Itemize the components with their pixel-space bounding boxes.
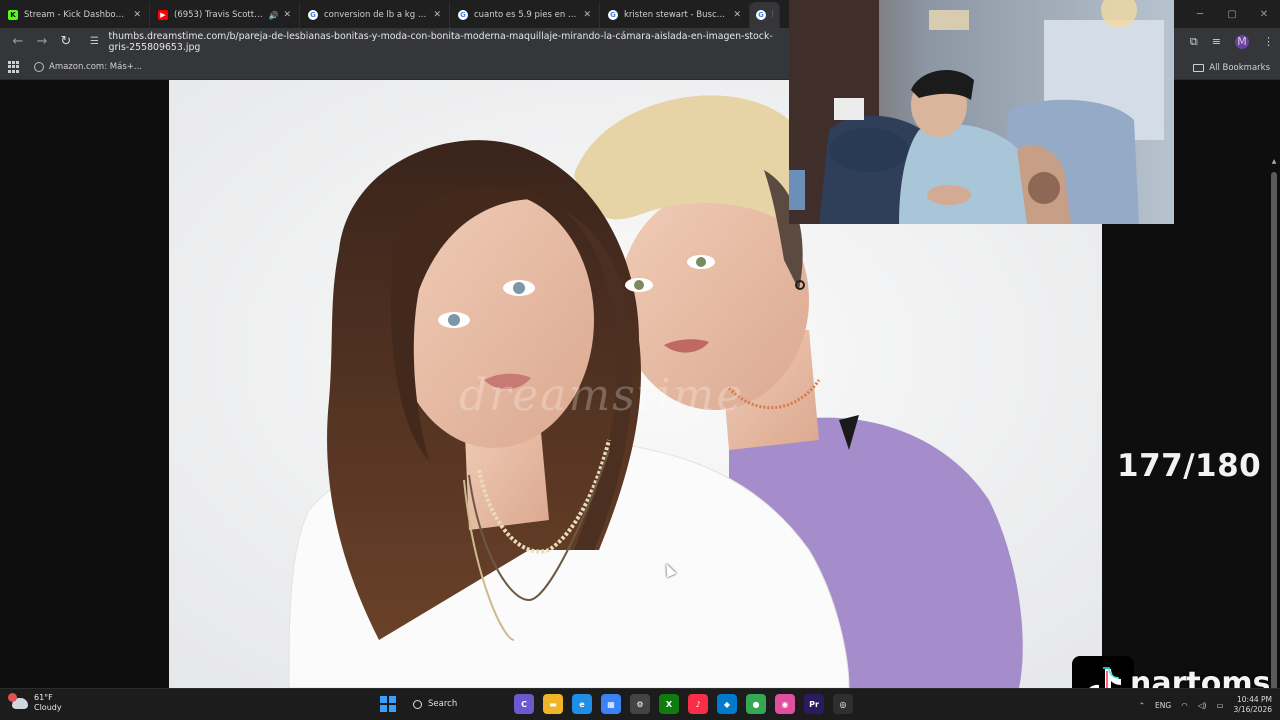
close-tab-icon[interactable]: ✕ <box>583 10 591 20</box>
close-tab-icon[interactable]: ✕ <box>433 10 441 20</box>
photos-icon[interactable]: ◉ <box>775 694 795 714</box>
kick-icon: K <box>8 10 18 20</box>
bookmark-label: Amazon.com: Más+... <box>49 62 142 72</box>
window-controls: ─ ▢ ✕ <box>1184 0 1280 28</box>
webcam-overlay <box>789 0 1174 224</box>
tab-title: (6953) Travis Scott - SICK <box>174 10 264 20</box>
bookmark-amazon[interactable]: Amazon.com: Más+... <box>34 62 142 72</box>
tab-title: conversion de lb a kg - Busca <box>324 10 428 20</box>
weather-widget[interactable]: 61°F Cloudy <box>8 692 62 713</box>
close-tab-icon[interactable]: ✕ <box>283 10 291 20</box>
store-icon[interactable]: ▦ <box>601 694 621 714</box>
taskbar-search[interactable]: Search <box>405 693 505 715</box>
chrome-icon[interactable]: ● <box>746 694 766 714</box>
browser-tab[interactable]: Gkristen stewart - Buscar con G ✕ <box>600 2 750 28</box>
close-tab-icon[interactable]: ✕ <box>733 10 741 20</box>
system-tray: ⌃ ENG ◠ ◁) ▭ 10:44 PM 3/16/2026 <box>1139 695 1272 715</box>
google-icon: G <box>608 10 618 20</box>
file-explorer-icon[interactable]: ▬ <box>543 694 563 714</box>
tab-title: kristen stewart - Buscar con G <box>624 10 728 20</box>
cloudy-icon <box>8 692 28 709</box>
search-label: Search <box>428 699 458 709</box>
speaker-icon[interactable]: 🔊 <box>268 11 278 20</box>
windows-taskbar: 61°F Cloudy Search C ▬ e ▦ ⚙ X ♪ ◆ ● ◉ Pr ◎ ⌃ ENG ◠… <box>0 688 1280 720</box>
youtube-icon: ▶ <box>158 10 168 20</box>
toolbar-right: ⧉ ≡ M ⋮ <box>1190 28 1274 55</box>
clock-time: 10:44 PM <box>1237 695 1272 704</box>
clock-date: 3/16/2026 <box>1233 705 1272 714</box>
premiere-icon[interactable]: Pr <box>804 694 824 714</box>
xbox-icon[interactable]: X <box>659 694 679 714</box>
search-icon <box>413 699 422 709</box>
address-bar[interactable]: ☰ thumbs.dreamstime.com/b/pareja-de-lesb… <box>84 31 784 53</box>
browser-tab[interactable]: ▶ (6953) Travis Scott - SICK 🔊 ✕ <box>150 2 300 28</box>
back-arrow-icon[interactable]: ← <box>6 31 30 53</box>
battery-icon[interactable]: ▭ <box>1216 701 1223 710</box>
copilot-icon[interactable]: C <box>514 694 534 714</box>
tab-title: le <box>772 10 773 20</box>
folder-icon <box>1193 63 1205 72</box>
google-icon: G <box>756 10 766 20</box>
weather-desc: Cloudy <box>34 703 62 712</box>
weather-temp: 61°F <box>34 693 53 702</box>
vscode-icon[interactable]: ◆ <box>717 694 737 714</box>
apps-grid-icon[interactable] <box>8 61 20 73</box>
language-indicator[interactable]: ENG <box>1155 701 1171 710</box>
google-icon: G <box>308 10 318 20</box>
wifi-icon[interactable]: ◠ <box>1181 701 1188 710</box>
browser-tab[interactable]: Gconversion de lb a kg - Busca ✕ <box>300 2 450 28</box>
tray-chevron-icon[interactable]: ⌃ <box>1139 701 1145 710</box>
site-info-icon[interactable]: ☰ <box>90 36 103 47</box>
forward-arrow-icon[interactable]: → <box>30 31 54 53</box>
scroll-up-icon[interactable]: ▲ <box>1270 158 1278 165</box>
taskbar-apps: Search C ▬ e ▦ ⚙ X ♪ ◆ ● ◉ Pr ◎ <box>380 693 853 715</box>
browser-tab[interactable]: Gcuanto es 5.9 pies en estatura ✕ <box>450 2 600 28</box>
media-controls-icon[interactable]: ≡ <box>1212 35 1221 48</box>
minimize-icon[interactable]: ─ <box>1184 9 1216 20</box>
settings-icon[interactable]: ⚙ <box>630 694 650 714</box>
tab-title: Stream - Kick Dashboard <box>24 10 129 20</box>
tab-title: cuanto es 5.9 pies en estatura <box>474 10 578 20</box>
scrollbar-thumb[interactable] <box>1271 172 1277 720</box>
globe-icon <box>34 62 44 72</box>
address-url: thumbs.dreamstime.com/b/pareja-de-lesbia… <box>108 30 773 53</box>
obs-icon[interactable]: ◎ <box>833 694 853 714</box>
close-window-icon[interactable]: ✕ <box>1248 9 1280 20</box>
music-icon[interactable]: ♪ <box>688 694 708 714</box>
google-icon: G <box>458 10 468 20</box>
photo-watermark: dreamstime <box>459 370 745 421</box>
page-scrollbar[interactable]: ▲ ▼ <box>1270 158 1278 720</box>
close-tab-icon[interactable]: ✕ <box>133 10 141 20</box>
edge-icon[interactable]: e <box>572 694 592 714</box>
maximize-icon[interactable]: ▢ <box>1216 9 1248 20</box>
profile-avatar[interactable]: M <box>1235 34 1249 49</box>
volume-icon[interactable]: ◁) <box>1198 701 1207 710</box>
image-counter: 177/180 <box>1117 448 1262 484</box>
webcam-illustration <box>789 0 1174 224</box>
browser-tab[interactable]: Gle <box>750 2 780 28</box>
extensions-icon[interactable]: ⧉ <box>1190 35 1198 49</box>
reload-icon[interactable]: ↻ <box>54 31 78 53</box>
windows-start-icon[interactable] <box>380 696 396 712</box>
browser-tab[interactable]: K Stream - Kick Dashboard ✕ <box>0 2 150 28</box>
screen: K Stream - Kick Dashboard ✕ ▶ (6953) Travis … <box>0 0 1280 720</box>
all-bookmarks-button[interactable]: All Bookmarks <box>1193 55 1270 80</box>
clock[interactable]: 10:44 PM 3/16/2026 <box>1234 695 1272 715</box>
menu-kebab-icon[interactable]: ⋮ <box>1263 35 1274 48</box>
all-bookmarks-label: All Bookmarks <box>1209 62 1270 73</box>
